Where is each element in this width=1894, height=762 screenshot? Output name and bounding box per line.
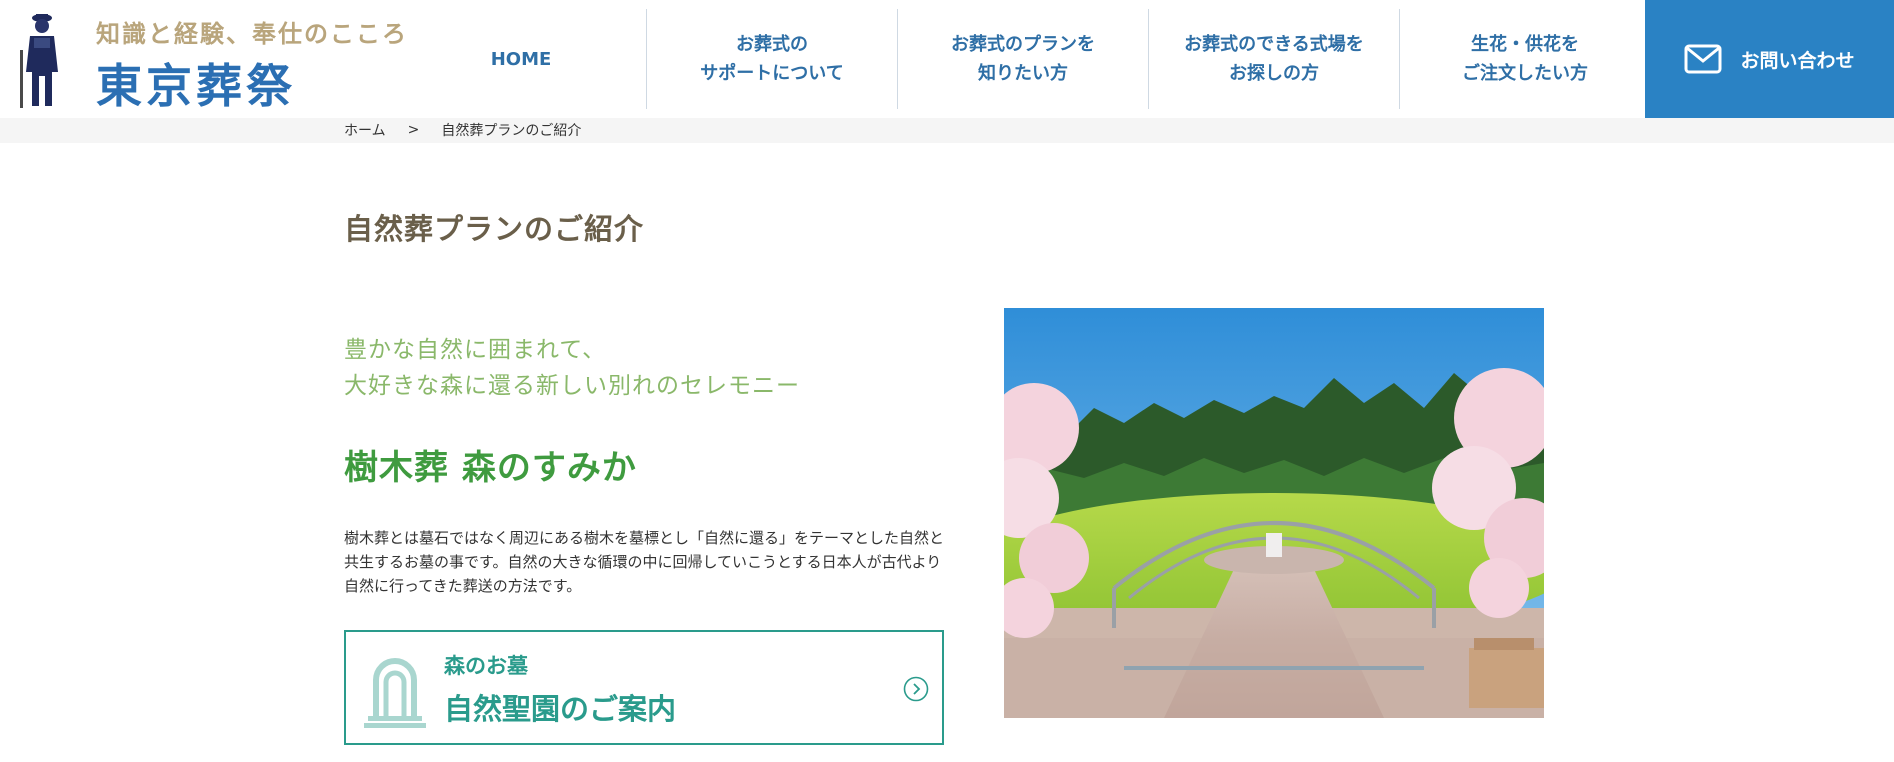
nav-venues[interactable]: お葬式のできる式場を お探しの方 [1149, 0, 1399, 118]
lead-line-2: 大好きな森に還る新しい別れのセレモニー [344, 373, 800, 399]
breadcrumb-separator: > [407, 122, 420, 138]
garden-illustration [1004, 308, 1544, 718]
nav-plans[interactable]: お葬式のプランを 知りたい方 [898, 0, 1148, 118]
tree-burial-garden-photo [1004, 308, 1544, 718]
breadcrumb: ホーム > 自然葬プランのご紹介 [344, 119, 581, 141]
site-logo[interactable]: 知識と経験、奉仕のこころ 東京葬祭 [10, 8, 406, 113]
breadcrumb-home-link[interactable]: ホーム [344, 120, 386, 140]
plan-description: 樹木葬とは墓石ではなく周辺にある樹木を墓標とし「自然に還る」をテーマとした自然と… [344, 529, 945, 595]
chevron-right-circle-icon [903, 676, 929, 702]
plan-name: 樹木葬 森のすみか [344, 448, 637, 488]
lead-line-1: 豊かな自然に囲まれて、 [344, 337, 607, 363]
guide-card-subtitle: 森のお墓 [444, 654, 528, 678]
lead-copy: 豊かな自然に囲まれて、 大好きな森に還る新しい別れのセレモニー [344, 332, 800, 404]
logo-tagline: 知識と経験、奉仕のこころ [96, 19, 408, 48]
nav-flowers[interactable]: 生花・供花を ご注文したい方 [1400, 0, 1650, 118]
contact-label: お問い合わせ [1740, 49, 1855, 72]
grave-icon [364, 658, 426, 728]
breadcrumb-bar: ホーム > 自然葬プランのご紹介 [0, 118, 1894, 143]
site-header: 知識と経験、奉仕のこころ 東京葬祭 HOME お葬式の サポートについて お葬式… [0, 0, 1894, 118]
breadcrumb-current: 自然葬プランのご紹介 [441, 123, 582, 139]
nav-home[interactable]: HOME [396, 0, 646, 118]
logo-brand-name: 東京葬祭 [96, 59, 296, 113]
nav-support[interactable]: お葬式の サポートについて [647, 0, 897, 118]
guide-card-title: 自然聖園のご案内 [444, 692, 677, 726]
main-nav: HOME お葬式の サポートについて お葬式のプランを 知りたい方 お葬式のでき… [396, 0, 1650, 118]
mail-icon [1684, 44, 1722, 74]
logo-figure-icon [20, 14, 58, 108]
contact-button[interactable]: お問い合わせ [1645, 0, 1894, 118]
forest-grave-guide-link[interactable]: 森のお墓 自然聖園のご案内 [344, 630, 944, 745]
page-title: 自然葬プランのご紹介 [344, 212, 645, 246]
